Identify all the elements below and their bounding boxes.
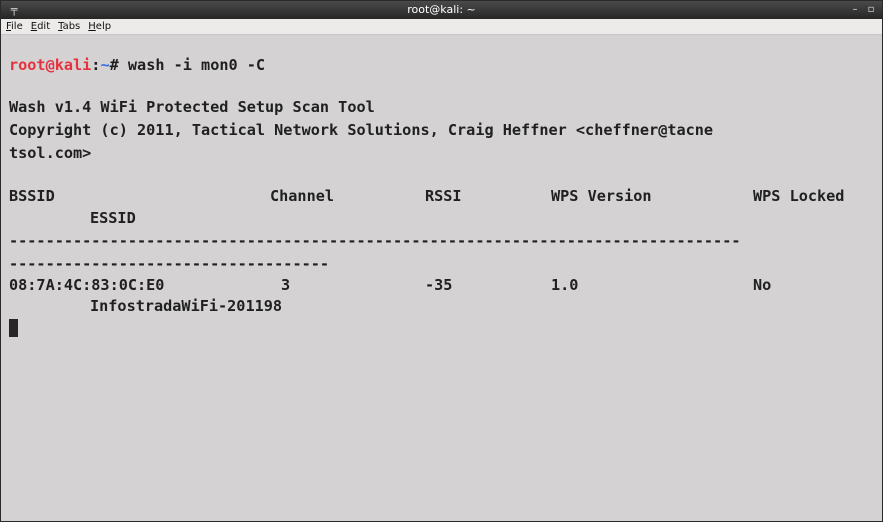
command-text: wash -i mon0 -C: [127, 56, 266, 74]
menu-help[interactable]: Help: [88, 19, 111, 34]
menu-file[interactable]: File: [6, 19, 23, 34]
header-rssi: RSSI: [425, 187, 462, 205]
terminal-output[interactable]: root@kali:~# wash -i mon0 -C Wash v1.4 W…: [1, 36, 882, 521]
banner-title: Wash v1.4 WiFi Protected Setup Scan Tool: [9, 98, 375, 116]
menu-tabs[interactable]: Tabs: [58, 19, 80, 34]
menu-edit[interactable]: Edit: [31, 19, 50, 34]
menu-tabs-label: abs: [62, 21, 81, 32]
header-bssid: BSSID: [9, 187, 55, 205]
menu-file-label: ile: [11, 21, 23, 32]
row-bssid: 08:7A:4C:83:0C:E0: [9, 276, 165, 294]
prompt-line: root@kali:~# wash -i mon0 -C: [9, 54, 265, 77]
row-wps-locked: No: [753, 276, 772, 294]
banner-copyright-wrap: tsol.com>: [9, 144, 92, 162]
prompt-hash: #: [109, 56, 128, 74]
prompt-user: root@kali: [9, 56, 92, 74]
row-wps-version: 1.0: [551, 276, 579, 294]
row-essid: InfostradaWiFi-201198: [90, 297, 283, 315]
terminal-window: ╤ root@kali: ~ – ▫ File Edit Tabs Help r…: [0, 0, 883, 522]
prompt-path: ~: [100, 56, 110, 74]
text-cursor: [9, 317, 18, 340]
separator-line-wrap: -----------------------------------: [9, 255, 330, 273]
header-channel: Channel: [270, 187, 335, 205]
row-channel: 3: [281, 276, 291, 294]
title-bar[interactable]: ╤ root@kali: ~ – ▫: [1, 1, 882, 19]
menu-bar: File Edit Tabs Help: [1, 19, 882, 35]
banner-copyright: Copyright (c) 2011, Tactical Network Sol…: [9, 121, 714, 139]
menu-help-mnemonic: H: [88, 21, 96, 32]
header-essid: ESSID: [90, 209, 136, 227]
window-title: root@kali: ~: [407, 3, 476, 16]
minimize-icon[interactable]: –: [850, 1, 860, 19]
header-wps-version: WPS Version: [551, 187, 652, 205]
header-wps-locked: WPS Locked: [753, 187, 845, 205]
row-rssi: -35: [425, 276, 453, 294]
separator-line: ----------------------------------------…: [9, 232, 741, 250]
menu-help-label: elp: [95, 21, 112, 32]
maximize-icon[interactable]: ▫: [866, 1, 876, 19]
menu-edit-label: dit: [37, 21, 51, 32]
